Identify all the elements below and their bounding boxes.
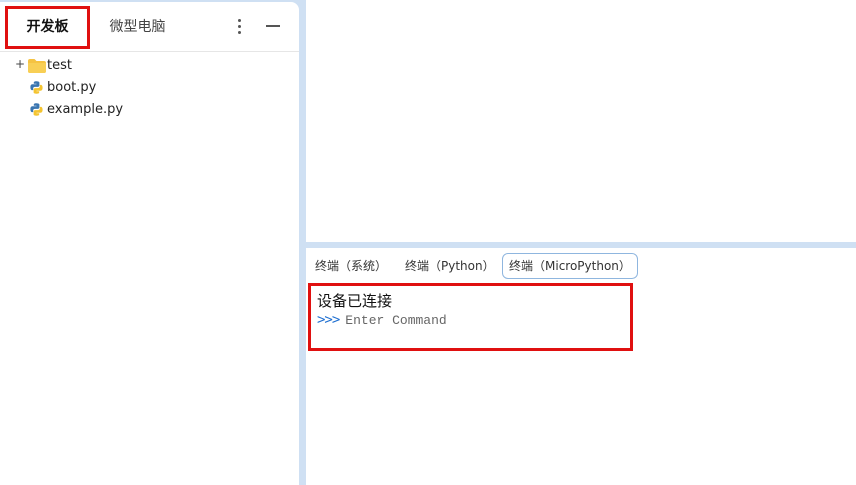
python-file-icon [30,81,43,94]
terminal-tabs: 终端（系统） 终端（Python） 终端（MicroPython） [306,248,856,282]
tree-item-folder[interactable]: + test [0,55,299,77]
more-options-button[interactable] [228,14,250,38]
tab-terminal-system[interactable]: 终端（系统） [309,253,393,279]
terminal-panel: 终端（系统） 终端（Python） 终端（MicroPython） 设备已连接 … [306,248,856,485]
tab-terminal-micropython[interactable]: 终端（MicroPython） [502,253,638,279]
connection-status: 设备已连接 [317,292,393,310]
python-file-icon [30,103,43,116]
vertical-splitter[interactable] [299,0,306,485]
tab-microcomputer-label: 微型电脑 [109,19,166,35]
tree-item-label: example.py [47,102,124,117]
expand-icon[interactable]: + [15,57,25,71]
command-input[interactable] [345,312,596,328]
file-tree: + test boot.py example.py [0,55,299,121]
file-panel-header: 开发板 微型电脑 [0,2,299,52]
more-vertical-icon [237,18,241,34]
minus-icon [266,25,280,27]
tree-item-file[interactable]: boot.py [0,77,299,99]
prompt-chevron-icon: >>> [317,312,340,328]
tree-item-label: boot.py [47,80,97,95]
tree-item-file[interactable]: example.py [0,99,299,121]
tab-terminal-python[interactable]: 终端（Python） [399,253,501,279]
minimize-button[interactable] [262,14,284,38]
file-panel: 开发板 微型电脑 + test boot.py example.py [0,2,299,485]
highlight-box [5,6,90,49]
tab-board[interactable]: 开发板 [5,2,90,50]
tab-microcomputer[interactable]: 微型电脑 [100,2,175,50]
tree-item-label: test [47,58,72,73]
command-row: >>> [317,312,596,328]
editor-area [306,0,856,242]
terminal-output: 设备已连接 >>> [308,283,633,351]
folder-icon [28,59,46,73]
